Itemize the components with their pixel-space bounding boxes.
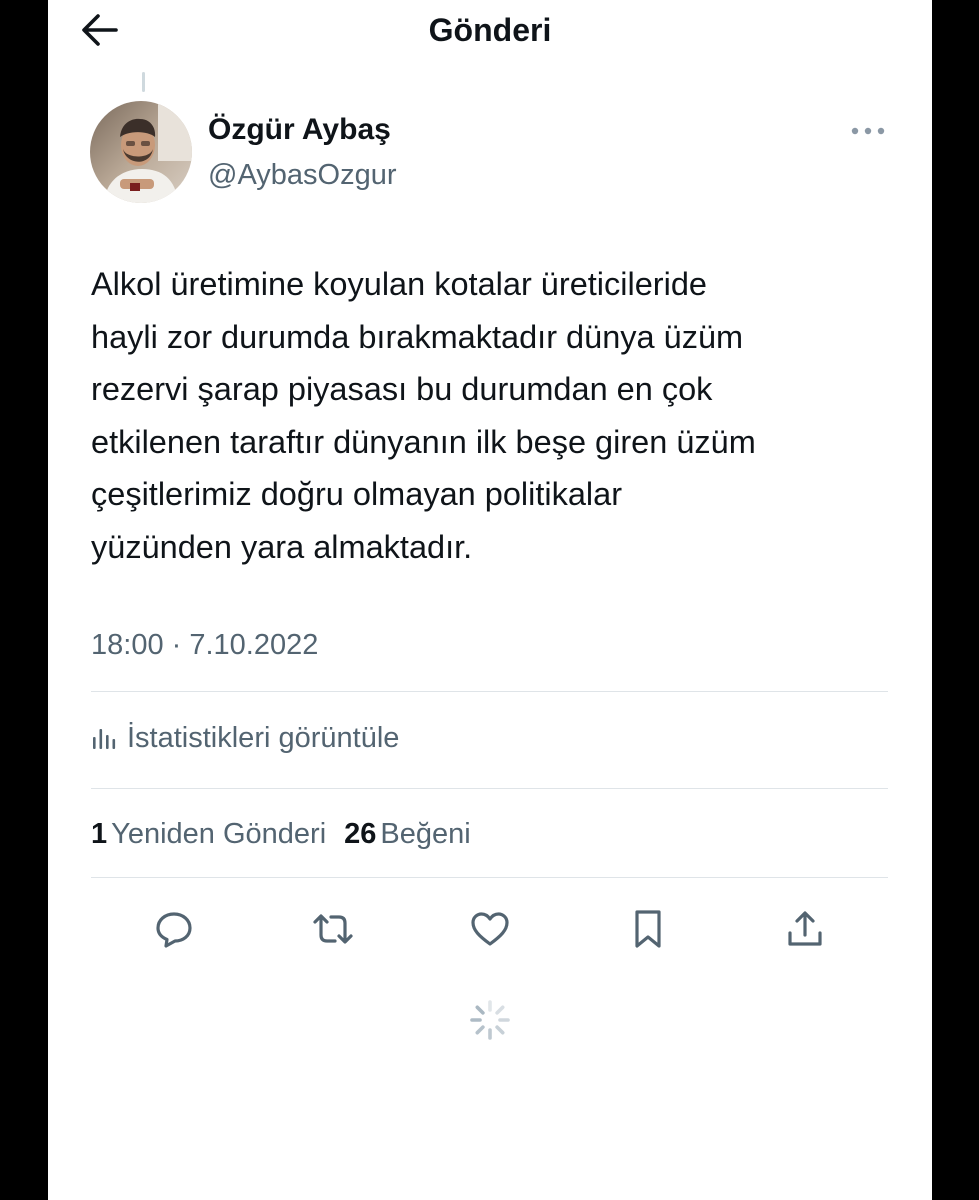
page-title: Gönderi bbox=[428, 12, 552, 48]
tweet-text-line: Alkol üretimine koyulan kotalar üreticil… bbox=[91, 266, 707, 302]
reply-button[interactable] bbox=[151, 906, 197, 952]
loading-spinner-icon bbox=[470, 1000, 510, 1040]
more-options-button[interactable] bbox=[848, 116, 888, 146]
divider bbox=[91, 877, 888, 878]
reply-icon bbox=[156, 912, 192, 948]
thread-connector-line bbox=[142, 72, 145, 92]
tweet-text-line: rezervi şarap piyasası bu durumdan en ço… bbox=[91, 371, 713, 407]
likes-count: 26 bbox=[344, 817, 377, 850]
like-icon bbox=[471, 912, 509, 946]
tweet-text-line: yüzünden yara almaktadır. bbox=[91, 528, 473, 565]
share-icon bbox=[788, 911, 822, 946]
avatar[interactable] bbox=[90, 101, 192, 203]
retweets-count: 1 bbox=[91, 817, 108, 850]
view-stats-link[interactable]: İstatistikleri görüntüle bbox=[91, 716, 399, 760]
tweet-timestamp[interactable]: 18:00 · 7.10.2022 bbox=[91, 624, 318, 666]
avatar-photo bbox=[90, 101, 192, 203]
likes-label: Beğeni bbox=[380, 817, 471, 850]
tweet-detail-screen: Gönderi Özgür Aybaş @AybasOzgur Alkol ür… bbox=[48, 0, 932, 1200]
divider bbox=[91, 788, 888, 789]
engagement-counts: 1 Yeniden Gönderi 26 Beğeni bbox=[91, 812, 471, 856]
view-stats-label: İstatistikleri görüntüle bbox=[127, 721, 400, 754]
bookmark-button[interactable] bbox=[625, 906, 671, 952]
bookmark-icon bbox=[635, 910, 661, 948]
author-name[interactable]: Özgür Aybaş bbox=[208, 110, 391, 150]
tweet-text-line: hayli zor durumda bırakmaktadır dünya üz… bbox=[91, 318, 744, 355]
more-horizontal-icon bbox=[851, 127, 885, 135]
tweet-text-line: etkilenen taraftır dünyanın ilk beşe gir… bbox=[91, 423, 756, 460]
retweet-button[interactable] bbox=[310, 906, 356, 952]
author-handle[interactable]: @AybasOzgur bbox=[208, 155, 397, 195]
tweet-text-line: çeşitlerimiz doğru olmayan politikalar bbox=[91, 476, 623, 512]
divider bbox=[91, 691, 888, 692]
retweet-icon bbox=[313, 914, 353, 944]
retweets-label: Yeniden Gönderi bbox=[111, 817, 327, 850]
share-button[interactable] bbox=[782, 906, 828, 952]
likes-count-link[interactable]: 26 Beğeni bbox=[344, 818, 471, 851]
tweet-text: Alkol üretimine koyulan kotalar üreticil… bbox=[91, 258, 891, 573]
retweets-count-link[interactable]: 1 Yeniden Gönderi bbox=[91, 818, 326, 851]
like-button[interactable] bbox=[467, 906, 513, 952]
analytics-icon bbox=[93, 729, 116, 749]
